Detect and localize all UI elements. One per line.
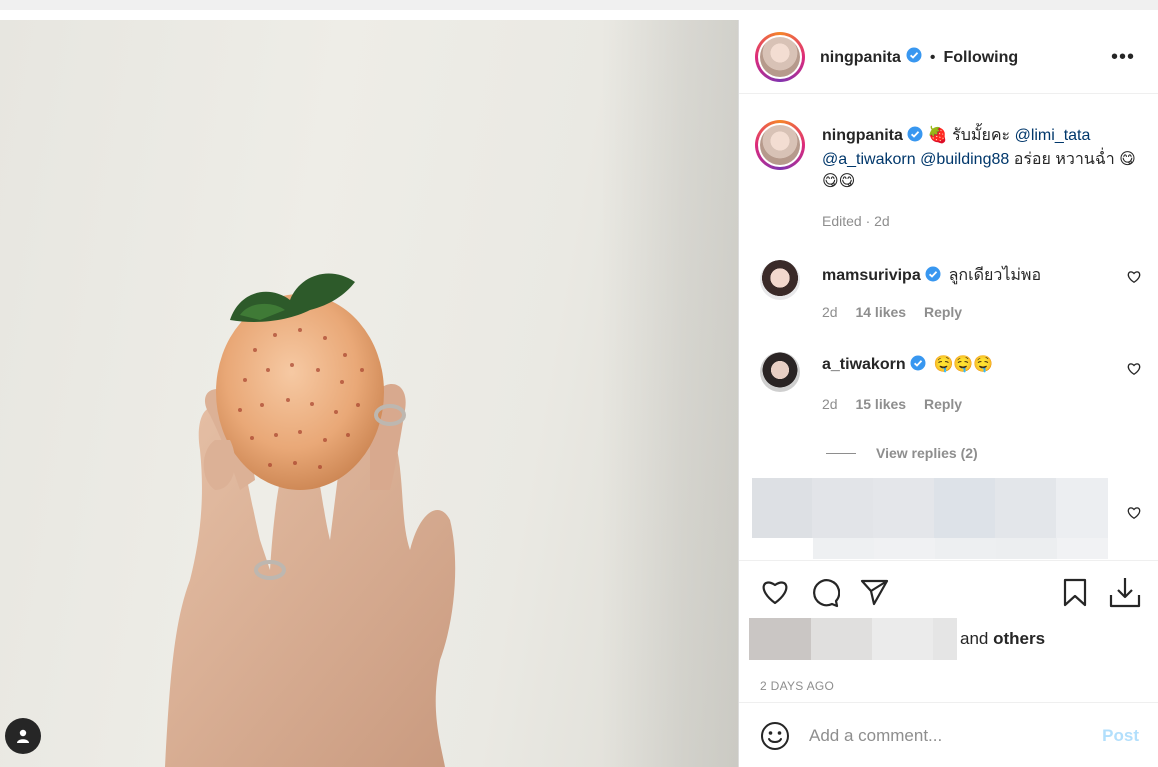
separator-dot: • xyxy=(929,48,936,66)
hand-holding-strawberry-image xyxy=(165,273,456,767)
add-comment-bar: Post xyxy=(739,702,1158,767)
post-photo[interactable] xyxy=(0,20,738,767)
comment-row: a_tiwakorn 🤤🤤🤤 xyxy=(822,354,993,376)
following-button[interactable]: Following xyxy=(944,49,1019,67)
comment-like-heart-icon[interactable] xyxy=(1127,506,1141,525)
heart-icon[interactable] xyxy=(760,578,790,611)
comment-likes[interactable]: 14 likes xyxy=(855,304,906,320)
likes-others-link[interactable]: others xyxy=(993,629,1045,648)
post-modal: ningpanita • Following ••• ningpanita 🍓 … xyxy=(0,0,1158,767)
caption-text: อร่อย หวานฉ่ำ xyxy=(1009,151,1115,168)
comment-likes[interactable]: 15 likes xyxy=(855,396,906,412)
author-username[interactable]: ningpanita xyxy=(820,49,901,67)
likes-and: and xyxy=(960,629,994,648)
emoji-icon[interactable] xyxy=(760,721,790,756)
reply-button[interactable]: Reply xyxy=(924,304,962,320)
caption-emoji: 🍓 xyxy=(927,127,948,144)
commenter-avatar[interactable] xyxy=(760,260,800,300)
view-replies-button[interactable]: View replies (2) xyxy=(826,445,978,461)
comment-text: ลูกเดียวไม่พอ xyxy=(948,267,1042,284)
comment-username[interactable]: mamsurivipa xyxy=(822,267,921,284)
likes-and-text: and others xyxy=(960,629,1045,649)
verified-icon xyxy=(910,355,926,376)
comment-icon[interactable] xyxy=(810,578,841,613)
comment-text: 🤤🤤🤤 xyxy=(933,356,994,373)
share-icon[interactable] xyxy=(860,578,890,611)
more-icon[interactable]: ••• xyxy=(1111,46,1135,69)
post-side-panel: ningpanita • Following ••• ningpanita 🍓 … xyxy=(738,20,1158,767)
comment-like-heart-icon[interactable] xyxy=(1127,362,1141,381)
caption-username[interactable]: ningpanita xyxy=(822,127,903,144)
comment-input[interactable] xyxy=(809,722,1079,750)
post-header: ningpanita • Following ••• xyxy=(739,20,1158,94)
user-tag-icon[interactable] xyxy=(5,718,41,754)
mention-link[interactable]: @building88 xyxy=(920,151,1009,168)
comment-meta: 2d 15 likes Reply xyxy=(822,396,976,412)
download-icon[interactable] xyxy=(1108,575,1142,614)
comment-like-heart-icon[interactable] xyxy=(1127,270,1141,289)
post-actions: and others 2 DAYS AGO xyxy=(739,560,1158,712)
comment-username[interactable]: a_tiwakorn xyxy=(822,356,906,373)
blurred-likers xyxy=(749,618,957,660)
post-comment-button[interactable]: Post xyxy=(1102,726,1139,746)
caption-meta: Edited · 2d xyxy=(822,213,890,229)
comment-time: 2d xyxy=(822,304,838,320)
view-replies-label: View replies (2) xyxy=(876,445,978,461)
verified-icon xyxy=(907,126,923,149)
post-timestamp[interactable]: 2 DAYS AGO xyxy=(760,679,834,693)
reply-button[interactable]: Reply xyxy=(924,396,962,412)
likes-row: and others xyxy=(749,618,1045,660)
caption-author-avatar[interactable] xyxy=(755,120,805,170)
mention-link[interactable]: @a_tiwakorn xyxy=(822,151,916,168)
commenter-avatar[interactable] xyxy=(760,352,800,392)
comment-row: mamsurivipa ลูกเดียวไม่พอ xyxy=(822,263,1041,288)
blurred-comment xyxy=(752,478,1108,559)
post-caption: ningpanita 🍓 รับมั้ยคะ @limi_tata @a_tiw… xyxy=(822,125,1142,232)
caption-text: รับมั้ยคะ xyxy=(947,127,1015,144)
verified-icon xyxy=(925,266,941,287)
mention-link[interactable]: @limi_tata xyxy=(1015,127,1091,144)
author-avatar[interactable] xyxy=(755,32,805,82)
replies-divider xyxy=(826,452,856,454)
bookmark-icon[interactable] xyxy=(1062,578,1088,613)
comment-time: 2d xyxy=(822,396,838,412)
comment-meta: 2d 14 likes Reply xyxy=(822,304,976,320)
verified-icon xyxy=(906,47,922,68)
comments-list: ningpanita 🍓 รับมั้ยคะ @limi_tata @a_tiw… xyxy=(739,95,1158,559)
